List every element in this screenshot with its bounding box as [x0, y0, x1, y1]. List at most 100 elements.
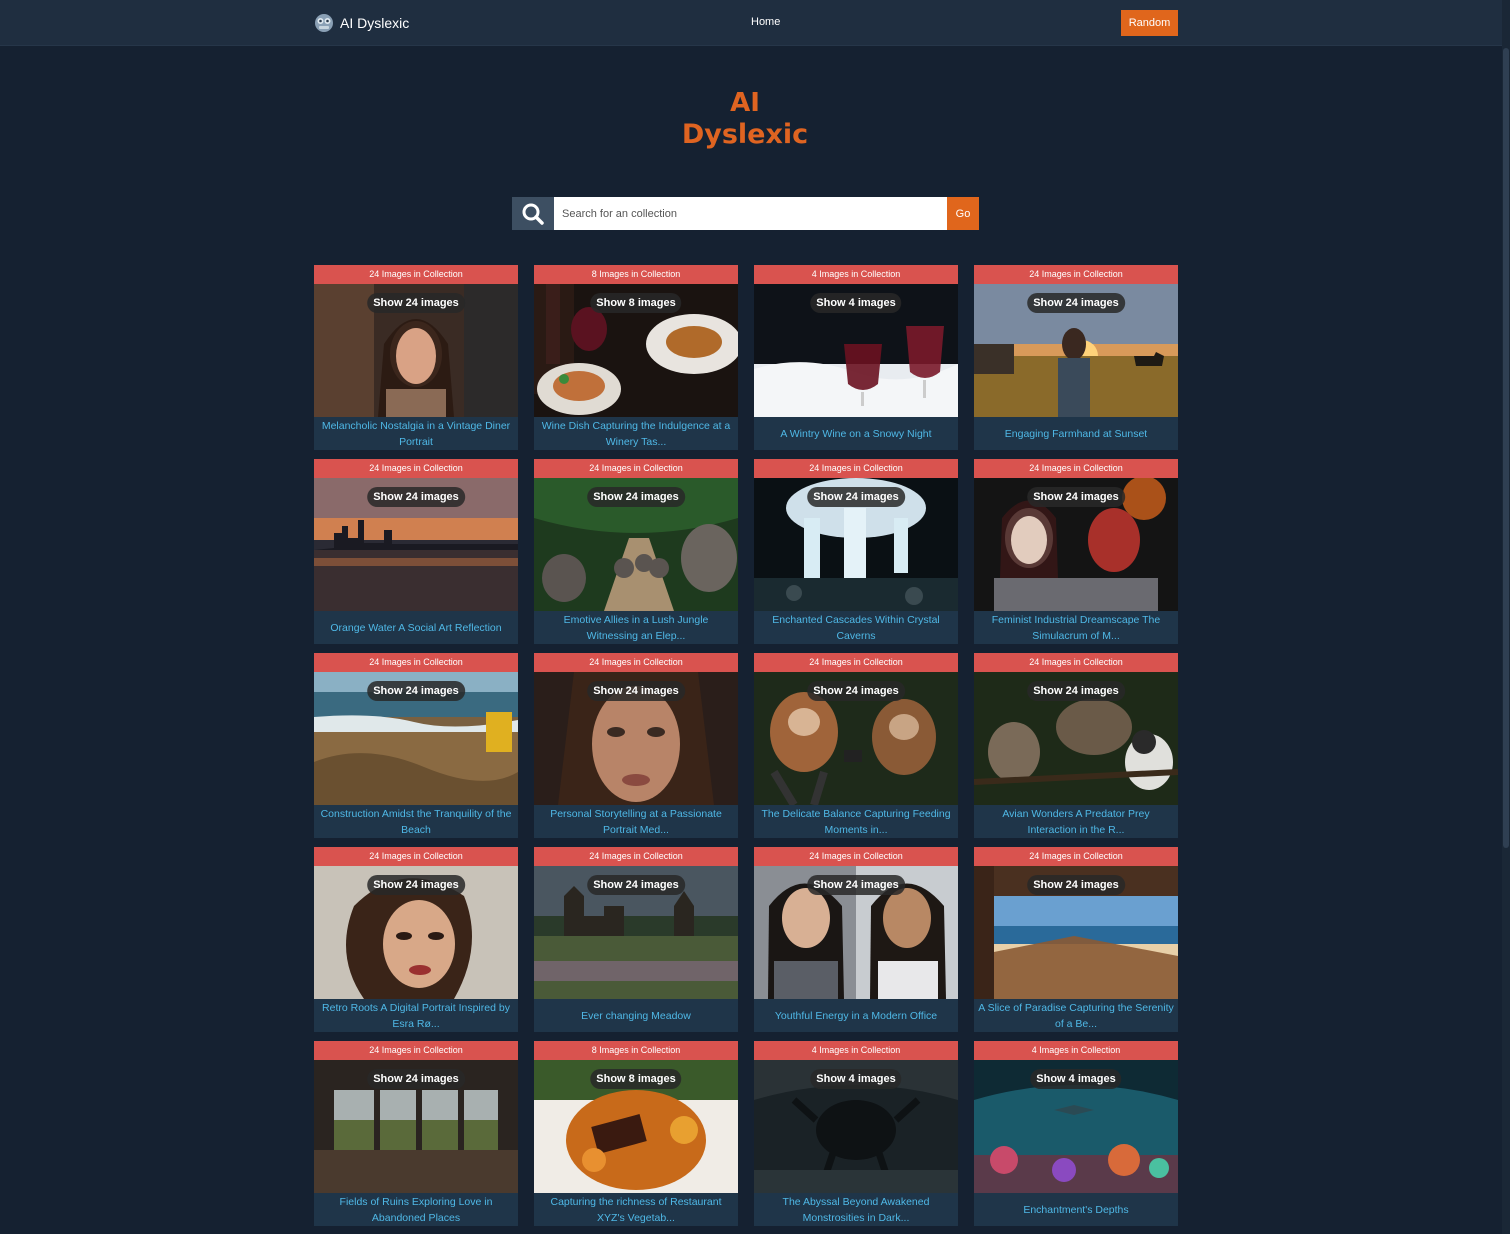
- collection-thumbnail[interactable]: Show 24 images: [974, 478, 1178, 611]
- show-images-button[interactable]: Show 24 images: [1027, 681, 1125, 701]
- show-images-button[interactable]: Show 8 images: [590, 1069, 682, 1089]
- collection-card[interactable]: 24 Images in Collection Show 24 images F…: [314, 1041, 518, 1226]
- collection-thumbnail[interactable]: Show 4 images: [754, 284, 958, 417]
- show-images-button[interactable]: Show 4 images: [810, 293, 902, 313]
- image-count-badge: 24 Images in Collection: [314, 265, 518, 284]
- collection-title-link[interactable]: A Slice of Paradise Capturing the Sereni…: [974, 999, 1178, 1032]
- collection-thumbnail[interactable]: Show 24 images: [314, 672, 518, 805]
- search-input[interactable]: [554, 197, 947, 230]
- collection-thumbnail[interactable]: Show 24 images: [534, 672, 738, 805]
- collection-thumbnail[interactable]: Show 24 images: [314, 478, 518, 611]
- collection-title-link[interactable]: The Delicate Balance Capturing Feeding M…: [754, 805, 958, 838]
- show-images-button[interactable]: Show 24 images: [587, 681, 685, 701]
- collection-card[interactable]: 24 Images in Collection Show 24 images O…: [314, 459, 518, 644]
- hero-logo: AI Dyslexic: [655, 88, 835, 150]
- collection-card[interactable]: 4 Images in Collection Show 4 images The…: [754, 1041, 958, 1226]
- collection-card[interactable]: 24 Images in Collection Show 24 images E…: [534, 847, 738, 1032]
- show-images-button[interactable]: Show 24 images: [587, 487, 685, 507]
- show-images-button[interactable]: Show 24 images: [367, 681, 465, 701]
- collection-card[interactable]: 24 Images in Collection Show 24 images Y…: [754, 847, 958, 1032]
- collection-title-link[interactable]: Youthful Energy in a Modern Office: [754, 999, 958, 1032]
- collection-thumbnail[interactable]: Show 24 images: [974, 672, 1178, 805]
- image-count-badge: 24 Images in Collection: [754, 847, 958, 866]
- collection-title-link[interactable]: Capturing the richness of Restaurant XYZ…: [534, 1193, 738, 1226]
- search-go-button[interactable]: Go: [947, 197, 979, 230]
- collection-title-link[interactable]: Fields of Ruins Exploring Love in Abando…: [314, 1193, 518, 1226]
- collection-title-link[interactable]: Melancholic Nostalgia in a Vintage Diner…: [314, 417, 518, 450]
- show-images-button[interactable]: Show 24 images: [807, 487, 905, 507]
- image-count-badge: 24 Images in Collection: [534, 847, 738, 866]
- collection-card[interactable]: 24 Images in Collection Show 24 images P…: [534, 653, 738, 838]
- collection-card[interactable]: 24 Images in Collection Show 24 images C…: [314, 653, 518, 838]
- collection-title-link[interactable]: Emotive Allies in a Lush Jungle Witnessi…: [534, 611, 738, 644]
- collection-thumbnail[interactable]: Show 8 images: [534, 284, 738, 417]
- collection-card[interactable]: 8 Images in Collection Show 8 images Cap…: [534, 1041, 738, 1226]
- show-images-button[interactable]: Show 24 images: [367, 875, 465, 895]
- collection-title-link[interactable]: Engaging Farmhand at Sunset: [974, 417, 1178, 450]
- collection-thumbnail[interactable]: Show 24 images: [534, 866, 738, 999]
- collection-title-link[interactable]: Enchanted Cascades Within Crystal Cavern…: [754, 611, 958, 644]
- show-images-button[interactable]: Show 24 images: [367, 487, 465, 507]
- image-count-badge: 24 Images in Collection: [314, 459, 518, 478]
- show-images-button[interactable]: Show 24 images: [367, 293, 465, 313]
- collection-title-link[interactable]: Orange Water A Social Art Reflection: [314, 611, 518, 644]
- collection-card[interactable]: 24 Images in Collection Show 24 images E…: [534, 459, 738, 644]
- collection-thumbnail[interactable]: Show 4 images: [974, 1060, 1178, 1193]
- collection-title-link[interactable]: Enchantment's Depths: [974, 1193, 1178, 1226]
- collection-card[interactable]: 24 Images in Collection Show 24 images T…: [754, 653, 958, 838]
- collection-title-link[interactable]: Construction Amidst the Tranquility of t…: [314, 805, 518, 838]
- collection-thumbnail[interactable]: Show 8 images: [534, 1060, 738, 1193]
- show-images-button[interactable]: Show 24 images: [587, 875, 685, 895]
- show-images-button[interactable]: Show 4 images: [1030, 1069, 1122, 1089]
- collection-card[interactable]: 24 Images in Collection Show 24 images A…: [974, 847, 1178, 1032]
- collection-thumbnail[interactable]: Show 24 images: [974, 866, 1178, 999]
- show-images-button[interactable]: Show 4 images: [810, 1069, 902, 1089]
- collection-title-link[interactable]: Wine Dish Capturing the Indulgence at a …: [534, 417, 738, 450]
- image-count-badge: 24 Images in Collection: [534, 459, 738, 478]
- show-images-button[interactable]: Show 24 images: [807, 681, 905, 701]
- show-images-button[interactable]: Show 8 images: [590, 293, 682, 313]
- collection-title-link[interactable]: Ever changing Meadow: [534, 999, 738, 1032]
- show-images-button[interactable]: Show 24 images: [1027, 487, 1125, 507]
- collection-title-link[interactable]: Avian Wonders A Predator Prey Interactio…: [974, 805, 1178, 838]
- collection-thumbnail[interactable]: Show 24 images: [314, 1060, 518, 1193]
- show-images-button[interactable]: Show 24 images: [1027, 875, 1125, 895]
- collection-thumbnail[interactable]: Show 24 images: [754, 866, 958, 999]
- collection-card[interactable]: 8 Images in Collection Show 8 images Win…: [534, 265, 738, 450]
- scrollbar-thumb[interactable]: [1503, 48, 1509, 848]
- image-count-badge: 8 Images in Collection: [534, 1041, 738, 1060]
- image-count-badge: 8 Images in Collection: [534, 265, 738, 284]
- collection-thumbnail[interactable]: Show 24 images: [754, 672, 958, 805]
- collection-thumbnail[interactable]: Show 24 images: [754, 478, 958, 611]
- collection-thumbnail[interactable]: Show 24 images: [974, 284, 1178, 417]
- collection-title-link[interactable]: Retro Roots A Digital Portrait Inspired …: [314, 999, 518, 1032]
- top-navbar: AI Dyslexic Home Random: [0, 0, 1510, 46]
- brand-name: AI Dyslexic: [340, 15, 410, 31]
- collection-title-link[interactable]: The Abyssal Beyond Awakened Monstrositie…: [754, 1193, 958, 1226]
- collection-title-link[interactable]: A Wintry Wine on a Snowy Night: [754, 417, 958, 450]
- image-count-badge: 24 Images in Collection: [534, 653, 738, 672]
- collection-thumbnail[interactable]: Show 24 images: [534, 478, 738, 611]
- image-count-badge: 24 Images in Collection: [754, 653, 958, 672]
- collection-grid: 24 Images in Collection Show 24 images M…: [314, 265, 1178, 1226]
- nav-home-link[interactable]: Home: [751, 16, 780, 28]
- collection-card[interactable]: 24 Images in Collection Show 24 images F…: [974, 459, 1178, 644]
- collection-card[interactable]: 4 Images in Collection Show 4 images A W…: [754, 265, 958, 450]
- collection-card[interactable]: 24 Images in Collection Show 24 images A…: [974, 653, 1178, 838]
- collection-card[interactable]: 24 Images in Collection Show 24 images E…: [974, 265, 1178, 450]
- brand-link[interactable]: AI Dyslexic: [314, 12, 409, 34]
- collection-thumbnail[interactable]: Show 4 images: [754, 1060, 958, 1193]
- collection-title-link[interactable]: Feminist Industrial Dreamscape The Simul…: [974, 611, 1178, 644]
- collection-title-link[interactable]: Personal Storytelling at a Passionate Po…: [534, 805, 738, 838]
- collection-card[interactable]: 24 Images in Collection Show 24 images M…: [314, 265, 518, 450]
- show-images-button[interactable]: Show 24 images: [1027, 293, 1125, 313]
- collection-card[interactable]: 24 Images in Collection Show 24 images R…: [314, 847, 518, 1032]
- collection-card[interactable]: 24 Images in Collection Show 24 images E…: [754, 459, 958, 644]
- random-button[interactable]: Random: [1121, 10, 1178, 36]
- collection-card[interactable]: 4 Images in Collection Show 4 images Enc…: [974, 1041, 1178, 1226]
- show-images-button[interactable]: Show 24 images: [367, 1069, 465, 1089]
- collection-thumbnail[interactable]: Show 24 images: [314, 866, 518, 999]
- collection-thumbnail[interactable]: Show 24 images: [314, 284, 518, 417]
- show-images-button[interactable]: Show 24 images: [807, 875, 905, 895]
- search-icon: [522, 203, 544, 225]
